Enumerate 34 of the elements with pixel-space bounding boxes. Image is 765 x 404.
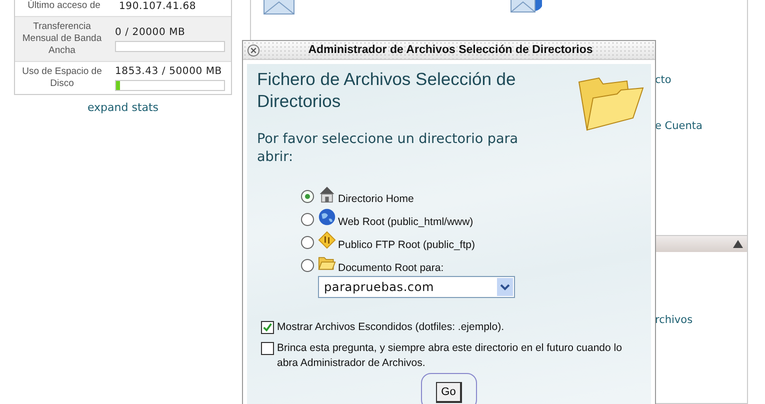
collapse-icon[interactable] bbox=[733, 240, 743, 248]
checkbox-label: Brinca esta pregunta, y siempre abra este directorio en el futuro cuando lo abra Administrador de Archivos. bbox=[277, 341, 623, 371]
stat-label: Uso de Espacio de Disco bbox=[21, 65, 103, 91]
option-label: Directorio Home bbox=[338, 193, 414, 205]
dialog-title: Administrador de Archivos Selección de Directorios bbox=[307, 44, 594, 56]
dialog-heading: Fichero de Archivos Selección de Directorios bbox=[257, 68, 517, 112]
stat-value: 190.107.41.68 bbox=[119, 0, 198, 12]
house-icon bbox=[318, 185, 336, 203]
stat-value: 1853.43 / 50000 MB bbox=[115, 66, 223, 76]
stat-label: Transferencia Mensual de Banda Ancha bbox=[21, 20, 103, 58]
close-icon[interactable] bbox=[247, 44, 260, 56]
globe-icon bbox=[318, 208, 336, 226]
folder-icon bbox=[577, 76, 645, 132]
go-button[interactable]: Go bbox=[436, 382, 462, 403]
expand-stats-link[interactable]: expand stats bbox=[87, 101, 159, 114]
radio-button[interactable] bbox=[301, 236, 314, 249]
warning-diamond-icon bbox=[318, 231, 336, 249]
domain-dropdown[interactable]: parapruebas.com bbox=[318, 276, 515, 298]
panel-link[interactable]: cto bbox=[655, 74, 747, 86]
stat-label: Último acceso de bbox=[26, 0, 102, 13]
checkbox[interactable] bbox=[261, 342, 274, 355]
option-label: Publico FTP Root (public_ftp) bbox=[338, 239, 475, 251]
folder-icon bbox=[318, 254, 336, 272]
panel-link[interactable]: rchivos bbox=[655, 314, 693, 326]
checkbox-label: Mostrar Archivos Escondidos (dotfiles: .ejemplo). bbox=[277, 320, 504, 335]
stat-value: 0 / 20000 MB bbox=[115, 26, 186, 38]
radio-button[interactable] bbox=[301, 259, 314, 272]
prompt-text: Por favor seleccione un directorio para abrir: bbox=[257, 130, 520, 166]
option-label: Documento Root para: bbox=[338, 262, 444, 274]
radio-button[interactable] bbox=[301, 190, 314, 203]
checkbox[interactable] bbox=[261, 321, 274, 334]
envelope-icon bbox=[263, 0, 295, 16]
option-label: Web Root (public_html/www) bbox=[338, 216, 474, 228]
radio-button[interactable] bbox=[301, 213, 314, 226]
